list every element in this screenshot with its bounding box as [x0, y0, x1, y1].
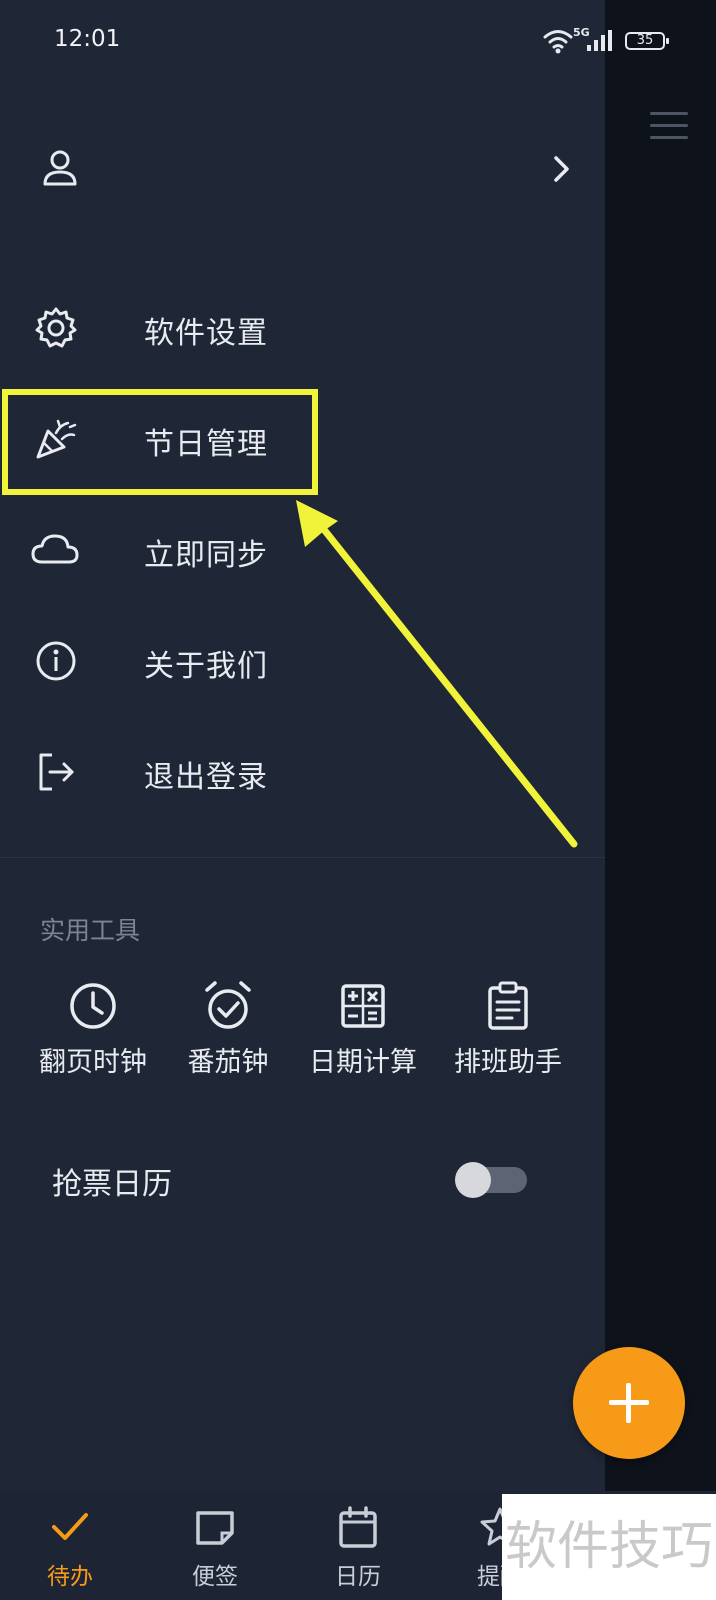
chevron-right-icon: [554, 156, 569, 182]
alarm-check-icon: [205, 981, 251, 1029]
status-icons: 5G 35: [543, 26, 673, 54]
user-icon: [43, 150, 77, 186]
tool-date-calculation[interactable]: 日期计算: [298, 980, 428, 1090]
divider: [0, 857, 605, 858]
menu-label-sync-now: 立即同步: [144, 538, 268, 573]
calculator-icon: [341, 984, 385, 1028]
tool-label-flip-clock: 翻页时钟: [39, 1047, 147, 1078]
menu-label-about-us: 关于我们: [144, 649, 268, 684]
nav-notes[interactable]: 便签: [155, 1505, 275, 1595]
clipboard-icon: [488, 981, 528, 1030]
menu-item-sync-now[interactable]: 立即同步: [0, 504, 605, 594]
menu-label-logout: 退出登录: [144, 760, 268, 795]
nav-todo[interactable]: 待办: [10, 1505, 130, 1595]
ticket-calendar-row: 抢票日历: [0, 1145, 605, 1205]
ticket-calendar-label: 抢票日历: [52, 1167, 172, 1202]
logout-icon: [39, 753, 74, 791]
tool-label-shift-assistant: 排班助手: [454, 1047, 562, 1078]
add-button[interactable]: [573, 1347, 685, 1459]
nav-label-calendar: 日历: [335, 1564, 381, 1590]
tool-shift-assistant[interactable]: 排班助手: [443, 980, 573, 1090]
menu-item-settings[interactable]: 软件设置: [0, 282, 605, 372]
menu-item-logout[interactable]: 退出登录: [0, 726, 605, 816]
cloud-icon: [31, 534, 79, 564]
tool-flip-clock[interactable]: 翻页时钟: [28, 980, 158, 1090]
calendar-icon: [339, 1506, 377, 1548]
clock-icon: [70, 983, 116, 1029]
menu-item-about-us[interactable]: 关于我们: [0, 615, 605, 705]
tool-label-date-calculation: 日期计算: [309, 1047, 417, 1078]
navigation-drawer: 12:01 5G 35 软件设置 节日管理 立即同步 关于我们 退出登录 实用工…: [0, 0, 669, 1600]
watermark: 软件技巧: [502, 1494, 716, 1600]
battery-icon: 35: [625, 32, 669, 50]
tool-label-pomodoro: 番茄钟: [187, 1047, 269, 1078]
annotation-highlight-box: [2, 389, 318, 495]
signal-icon: [587, 30, 612, 51]
toggle-thumb: [455, 1162, 491, 1198]
wifi-icon: [543, 30, 573, 54]
nav-calendar[interactable]: 日历: [298, 1505, 418, 1595]
status-time: 12:01: [54, 26, 121, 52]
hamburger-menu-icon[interactable]: [650, 112, 688, 142]
menu-label-settings: 软件设置: [144, 316, 268, 351]
note-icon: [196, 1511, 234, 1545]
info-icon: [36, 641, 76, 681]
tool-pomodoro[interactable]: 番茄钟: [163, 980, 293, 1090]
ticket-calendar-toggle[interactable]: [455, 1162, 527, 1198]
nav-label-todo: 待办: [47, 1564, 93, 1590]
tools-section-title: 实用工具: [40, 916, 141, 945]
check-icon: [52, 1513, 88, 1540]
profile-row[interactable]: [0, 130, 605, 210]
nav-label-notes: 便签: [192, 1564, 238, 1590]
gear-icon: [35, 307, 77, 348]
